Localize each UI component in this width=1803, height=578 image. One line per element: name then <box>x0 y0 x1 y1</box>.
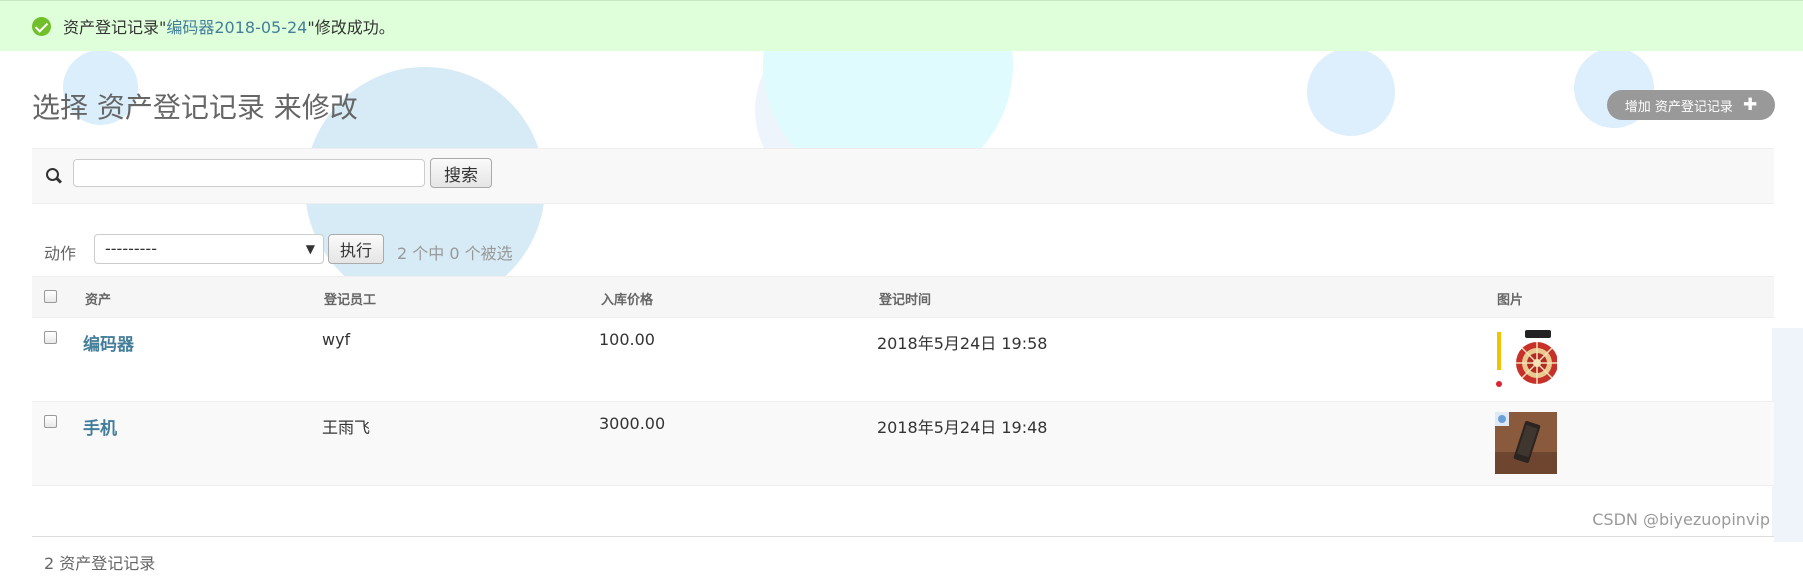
add-record-label: 增加 资产登记记录 <box>1624 99 1733 115</box>
column-header-employee[interactable]: 登记员工 <box>324 289 376 308</box>
table-row: 编码器 wyf 100.00 2018年5月24日 19:58 <box>32 318 1774 402</box>
search-button[interactable]: 搜索 <box>430 158 492 188</box>
search-input[interactable] <box>73 159 425 187</box>
column-header-time[interactable]: 登记时间 <box>879 289 931 308</box>
phone-photo-thumbnail <box>1495 412 1557 474</box>
page-edge-strip <box>1772 328 1803 542</box>
dropdown-arrow-icon: ▼ <box>305 242 315 256</box>
search-icon <box>46 168 63 184</box>
watermark: CSDN @biyezuopinvip <box>1592 510 1770 529</box>
table-row: 手机 王雨飞 3000.00 2018年5月24日 19:48 <box>32 402 1774 486</box>
result-table: 资产 登记员工 入库价格 登记时间 图片 编码器 wyf 100.00 2018… <box>32 276 1774 486</box>
actions-bar: 动作 --------- ▼ 执行 2 个中 0 个被选 <box>32 230 1774 270</box>
checkmark-icon <box>32 16 51 36</box>
action-label: 动作 <box>44 244 77 263</box>
result-count: 2 资产登记记录 <box>44 554 156 573</box>
search-toolbar: 搜索 <box>32 148 1774 204</box>
time-cell: 2018年5月24日 19:48 <box>877 418 1048 437</box>
asset-link[interactable]: 手机 <box>83 414 117 439</box>
message-object-link[interactable]: 编码器2018-05-24 <box>166 14 307 38</box>
employee-cell: 王雨飞 <box>322 418 371 437</box>
table-header: 资产 登记员工 入库价格 登记时间 图片 <box>32 276 1774 318</box>
row-checkbox[interactable] <box>44 415 57 428</box>
message-suffix: "修改成功。 <box>307 18 395 37</box>
employee-cell: wyf <box>322 330 351 349</box>
selection-counter: 2 个中 0 个被选 <box>397 244 513 263</box>
success-message: 资产登记记录" 编码器2018-05-24 "修改成功。 <box>0 0 1803 51</box>
background-bubble <box>1307 48 1395 136</box>
price-cell: 100.00 <box>599 330 655 349</box>
column-header-image[interactable]: 图片 <box>1497 289 1523 308</box>
action-select[interactable]: --------- ▼ <box>94 234 324 264</box>
message-prefix: 资产登记记录" <box>63 18 167 37</box>
page-title: 选择 资产登记记录 来修改 <box>32 91 358 124</box>
add-record-button[interactable]: 增加 资产登记记录 ✚ <box>1607 90 1775 120</box>
plus-icon: ✚ <box>1742 95 1758 115</box>
row-checkbox[interactable] <box>44 331 57 344</box>
price-cell: 3000.00 <box>599 414 666 433</box>
execute-button[interactable]: 执行 <box>328 234 384 264</box>
action-selected-value: --------- <box>105 239 157 258</box>
select-all-checkbox[interactable] <box>44 290 57 303</box>
asset-link[interactable]: 编码器 <box>83 330 134 355</box>
column-header-asset[interactable]: 资产 <box>85 289 111 308</box>
column-header-price[interactable]: 入库价格 <box>601 289 653 308</box>
paginator: 2 资产登记记录 <box>32 536 1774 578</box>
time-cell: 2018年5月24日 19:58 <box>877 334 1048 353</box>
wheel-poster-thumbnail <box>1495 328 1557 390</box>
